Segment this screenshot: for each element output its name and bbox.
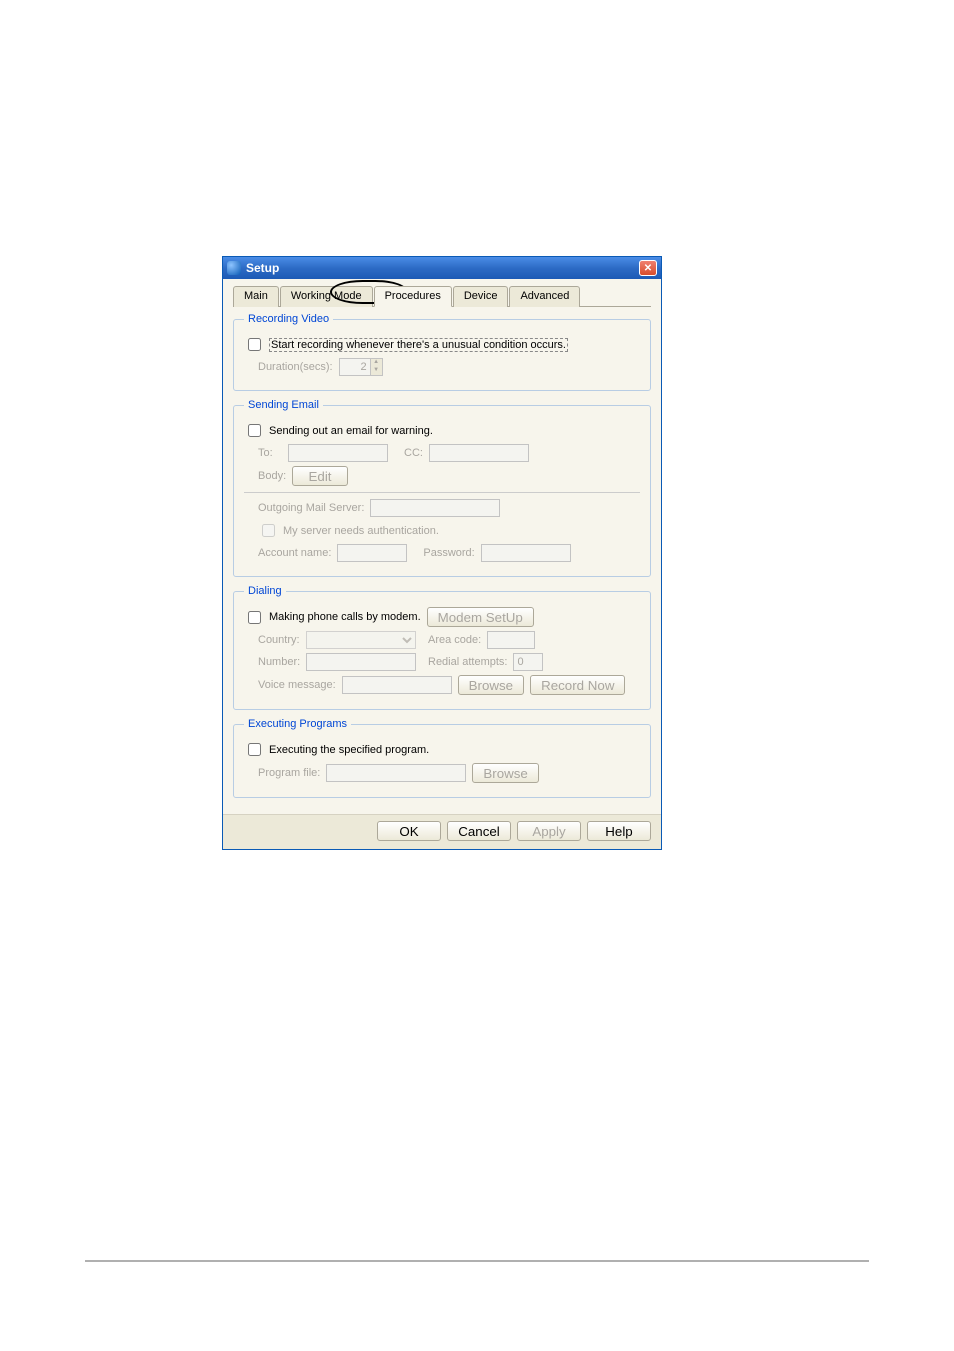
outgoing-server-field[interactable]	[370, 499, 500, 517]
cb-dialing[interactable]: Making phone calls by modem.	[244, 608, 421, 627]
cb-start-recording-label: Start recording whenever there's a unusu…	[269, 338, 568, 352]
cb-auth-label: My server needs authentication.	[283, 525, 439, 537]
group-dialing: Dialing Making phone calls by modem. Mod…	[233, 585, 651, 710]
tab-procedures[interactable]: Procedures	[374, 286, 452, 307]
redial-field[interactable]	[513, 653, 543, 671]
modem-setup-button[interactable]: Modem SetUp	[427, 607, 534, 627]
cb-send-email-label: Sending out an email for warning.	[269, 425, 433, 437]
help-button[interactable]: Help	[587, 821, 651, 841]
cb-executing[interactable]: Executing the specified program.	[244, 740, 429, 759]
legend-executing: Executing Programs	[244, 718, 351, 730]
cb-auth[interactable]: My server needs authentication.	[258, 521, 439, 540]
duration-spinner[interactable]: ▲ ▼	[339, 358, 383, 376]
group-sending-email: Sending Email Sending out an email for w…	[233, 399, 651, 577]
app-icon	[227, 261, 241, 275]
dialing-browse-button[interactable]: Browse	[458, 675, 524, 695]
duration-label: Duration(secs):	[258, 361, 333, 373]
cb-start-recording[interactable]: Start recording whenever there's a unusu…	[244, 335, 568, 354]
ok-button[interactable]: OK	[377, 821, 441, 841]
voice-message-field[interactable]	[342, 676, 452, 694]
window-title: Setup	[246, 261, 639, 275]
setup-window: Setup ✕ Main Working Mode Procedures Dev…	[222, 256, 662, 850]
country-label: Country:	[258, 634, 300, 646]
record-now-button[interactable]: Record Now	[530, 675, 625, 695]
tab-main[interactable]: Main	[233, 286, 279, 307]
dialog-footer: OK Cancel Apply Help	[223, 814, 661, 849]
legend-sending-email: Sending Email	[244, 399, 323, 411]
cc-field[interactable]	[429, 444, 529, 462]
page-footer-rule	[85, 1260, 869, 1262]
tab-bar: Main Working Mode Procedures Device Adva…	[233, 285, 651, 307]
separator	[244, 492, 640, 493]
voice-message-label: Voice message:	[258, 679, 336, 691]
cb-start-recording-input[interactable]	[248, 338, 261, 351]
apply-button[interactable]: Apply	[517, 821, 581, 841]
close-button[interactable]: ✕	[639, 260, 657, 276]
cb-auth-input[interactable]	[262, 524, 275, 537]
spinner-up-icon[interactable]: ▲	[370, 359, 382, 367]
account-label: Account name:	[258, 547, 331, 559]
cb-send-email[interactable]: Sending out an email for warning.	[244, 421, 433, 440]
program-browse-button[interactable]: Browse	[472, 763, 538, 783]
account-field[interactable]	[337, 544, 407, 562]
legend-recording-video: Recording Video	[244, 313, 333, 325]
program-file-field[interactable]	[326, 764, 466, 782]
outgoing-server-label: Outgoing Mail Server:	[258, 502, 364, 514]
legend-dialing: Dialing	[244, 585, 286, 597]
group-recording-video: Recording Video Start recording whenever…	[233, 313, 651, 391]
group-executing-programs: Executing Programs Executing the specifi…	[233, 718, 651, 798]
close-icon: ✕	[644, 263, 652, 274]
area-code-label: Area code:	[428, 634, 481, 646]
cb-executing-input[interactable]	[248, 743, 261, 756]
program-file-label: Program file:	[258, 767, 320, 779]
to-field[interactable]	[288, 444, 388, 462]
spinner-buttons[interactable]: ▲ ▼	[370, 359, 382, 375]
edit-body-button[interactable]: Edit	[292, 466, 348, 486]
redial-label: Redial attempts:	[428, 656, 507, 668]
number-field[interactable]	[306, 653, 416, 671]
number-label: Number:	[258, 656, 300, 668]
tab-advanced[interactable]: Advanced	[509, 286, 580, 307]
password-label: Password:	[423, 547, 474, 559]
duration-value[interactable]	[340, 359, 370, 375]
cancel-button[interactable]: Cancel	[447, 821, 511, 841]
titlebar: Setup ✕	[223, 257, 661, 279]
to-label: To:	[258, 447, 282, 459]
body-label: Body:	[258, 470, 286, 482]
cb-executing-label: Executing the specified program.	[269, 744, 429, 756]
cb-dialing-input[interactable]	[248, 611, 261, 624]
cb-send-email-input[interactable]	[248, 424, 261, 437]
dialog-body: Main Working Mode Procedures Device Adva…	[223, 279, 661, 814]
country-select[interactable]	[306, 631, 416, 649]
area-code-field[interactable]	[487, 631, 535, 649]
cb-dialing-label: Making phone calls by modem.	[269, 611, 421, 623]
tab-device[interactable]: Device	[453, 286, 509, 307]
cc-label: CC:	[404, 447, 423, 459]
password-field[interactable]	[481, 544, 571, 562]
spinner-down-icon[interactable]: ▼	[370, 367, 382, 375]
tab-working-mode[interactable]: Working Mode	[280, 286, 373, 307]
